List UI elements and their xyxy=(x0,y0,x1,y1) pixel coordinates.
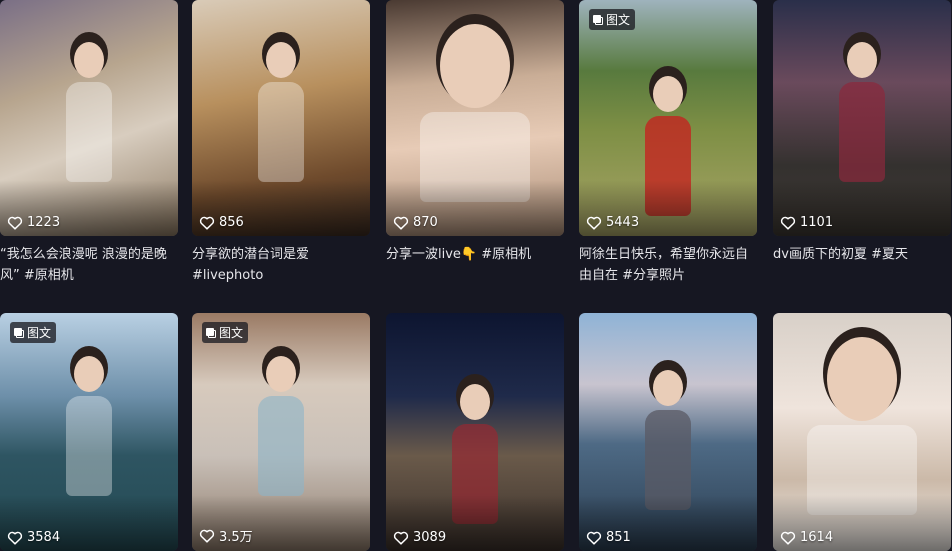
like-count-text: 3584 xyxy=(27,530,61,545)
post-caption[interactable]: dv画质下的初夏 #夏天 xyxy=(773,244,951,265)
post-card[interactable]: 856 分享欲的潜台词是爱 #livephoto xyxy=(192,0,370,286)
post-thumbnail[interactable]: 3089 xyxy=(386,313,564,551)
post-card[interactable]: 图文 3584 xyxy=(0,313,178,551)
post-card[interactable]: 图文 3.5万 xyxy=(192,313,370,551)
like-count: 851 xyxy=(586,530,631,545)
post-card[interactable]: 851 xyxy=(579,313,757,551)
post-thumbnail[interactable]: 1223 xyxy=(0,0,178,236)
post-caption[interactable]: 分享一波live👇 #原相机 xyxy=(386,244,564,265)
photo-subject xyxy=(807,336,917,515)
like-count: 1614 xyxy=(780,530,833,545)
post-thumbnail[interactable]: 870 xyxy=(386,0,564,236)
post-card[interactable]: 3089 xyxy=(386,313,564,551)
post-thumbnail[interactable]: 图文 5443 xyxy=(579,0,757,236)
heart-icon xyxy=(780,216,796,230)
like-count-text: 1101 xyxy=(800,215,834,230)
post-thumbnail[interactable]: 1101 xyxy=(773,0,951,236)
photo-subject xyxy=(258,42,304,192)
gallery-badge-label: 图文 xyxy=(219,326,244,340)
post-card[interactable]: 1614 xyxy=(773,313,951,551)
post-card[interactable]: 1223 “我怎么会浪漫呢 浪漫的是晚风” #原相机 xyxy=(0,0,178,286)
gallery-badge: 图文 xyxy=(10,322,57,343)
post-caption[interactable]: 分享欲的潜台词是爱 #livephoto xyxy=(192,244,370,286)
like-count: 870 xyxy=(393,215,438,230)
heart-icon xyxy=(7,531,23,545)
heart-icon xyxy=(7,216,23,230)
like-count: 5443 xyxy=(586,215,639,230)
like-count: 1101 xyxy=(780,215,833,230)
like-count: 3089 xyxy=(393,530,446,545)
post-caption[interactable]: 阿徐生日快乐，希望你永远自由自在 #分享照片 xyxy=(579,244,757,286)
post-card[interactable]: 1101 dv画质下的初夏 #夏天 xyxy=(773,0,951,265)
heart-icon xyxy=(199,529,215,543)
like-count-text: 5443 xyxy=(606,215,640,230)
post-thumbnail[interactable]: 851 xyxy=(579,313,757,551)
post-thumbnail[interactable]: 1614 xyxy=(773,313,951,551)
heart-icon xyxy=(199,216,215,230)
like-count-text: 856 xyxy=(219,215,244,230)
like-count-text: 1614 xyxy=(800,530,834,545)
gallery-badge-label: 图文 xyxy=(606,13,631,27)
photo-subject xyxy=(258,355,304,506)
post-thumbnail[interactable]: 图文 3584 xyxy=(0,313,178,551)
gallery-badge: 图文 xyxy=(589,9,636,30)
image-gallery-icon xyxy=(206,327,216,338)
like-count-text: 870 xyxy=(413,215,438,230)
photo-subject xyxy=(839,42,885,192)
gallery-badge: 图文 xyxy=(202,322,249,343)
post-grid: 1223 “我怎么会浪漫呢 浪漫的是晚风” #原相机 856 分享欲的潜台词是爱… xyxy=(0,0,952,551)
heart-icon xyxy=(393,531,409,545)
photo-subject xyxy=(420,23,530,202)
like-count-text: 3.5万 xyxy=(219,530,253,545)
photo-subject xyxy=(66,355,112,506)
photo-subject xyxy=(66,42,112,192)
heart-icon xyxy=(780,531,796,545)
image-gallery-icon xyxy=(593,14,603,25)
post-card[interactable]: 图文 5443 阿徐生日快乐，希望你永远自由自在 #分享照片 xyxy=(579,0,757,286)
like-count: 3.5万 xyxy=(199,526,253,545)
heart-icon xyxy=(393,216,409,230)
like-count-text: 3089 xyxy=(413,530,447,545)
post-caption[interactable]: “我怎么会浪漫呢 浪漫的是晚风” #原相机 xyxy=(0,244,178,286)
like-count-text: 1223 xyxy=(27,215,61,230)
post-thumbnail[interactable]: 856 xyxy=(192,0,370,236)
heart-icon xyxy=(586,531,602,545)
image-gallery-icon xyxy=(14,327,24,338)
like-count: 3584 xyxy=(7,530,60,545)
like-count: 856 xyxy=(199,215,244,230)
like-count-text: 851 xyxy=(606,530,631,545)
post-card[interactable]: 870 分享一波live👇 #原相机 xyxy=(386,0,564,265)
gallery-badge-label: 图文 xyxy=(27,326,52,340)
post-thumbnail[interactable]: 图文 3.5万 xyxy=(192,313,370,551)
like-count: 1223 xyxy=(7,215,60,230)
heart-icon xyxy=(586,216,602,230)
